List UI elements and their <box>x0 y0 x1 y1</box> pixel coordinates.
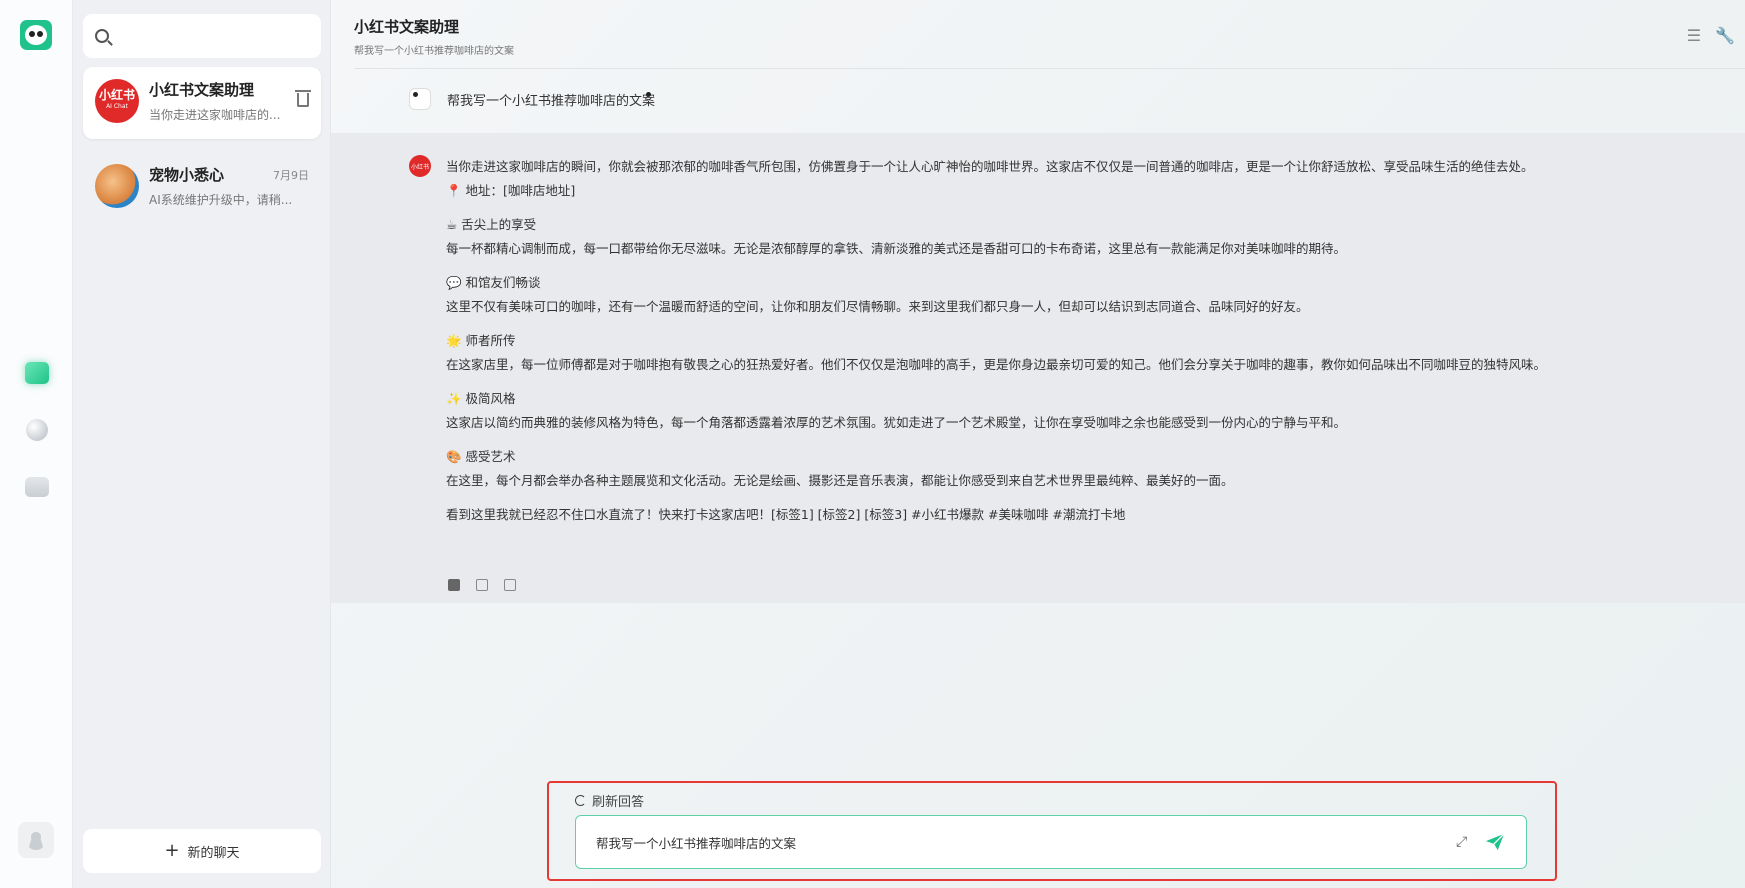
conversation-date: 7月9日 <box>273 168 309 182</box>
edit-icon[interactable] <box>476 579 488 591</box>
bot-message-content: 当你走进这家咖啡店的瞬间，你就会被那浓郁的咖啡香气所包围，仿佛置身于一个让人心旷… <box>446 155 1726 527</box>
trash-icon[interactable] <box>295 90 311 107</box>
header-tools: ☰ 🔧 <box>1687 26 1735 45</box>
message-input[interactable] <box>596 834 1456 850</box>
section-body: 在这里，每个月都会举办各种主题展览和文化活动。无论是绘画、摄影还是音乐表演，都能… <box>446 473 1234 488</box>
conversation-list: 小红书 AI Chat 小红书文案助理 当你走进这家咖啡店的... 宠物小悉心 … <box>73 0 331 888</box>
chat-subtitle: 帮我写一个小红书推荐咖啡店的文案 <box>354 46 514 57</box>
conversation-title: 宠物小悉心 <box>149 166 225 184</box>
conversation-preview: 当你走进这家咖啡店的... <box>149 108 281 122</box>
bot-intro: 当你走进这家咖啡店的瞬间，你就会被那浓郁的咖啡香气所包围，仿佛置身于一个让人心旷… <box>446 159 1534 174</box>
user-icon[interactable] <box>18 822 54 858</box>
chat-header: 小红书文案助理 帮我写一个小红书推荐咖啡店的文案 <box>354 16 514 57</box>
search-input[interactable] <box>119 28 309 44</box>
conversation-title: 小红书文案助理 <box>149 81 255 99</box>
avatar-sublabel: AI Chat <box>106 103 128 110</box>
section-body: 在这家店里，每一位师傅都是对于咖啡抱有敬畏之心的狂热爱好者。他们不仅仅是泡咖啡的… <box>446 357 1547 372</box>
section-body: 每一杯都精心调制而成，每一口都带给你无尽滋味。无论是浓郁醇厚的拿铁、清新淡雅的美… <box>446 241 1347 256</box>
avatar-label: 小红书 <box>98 88 135 102</box>
new-chat-button[interactable]: + 新的聊天 <box>83 829 321 873</box>
section-body: 这里不仅有美味可口的咖啡，还有一个温暖而舒适的空间，让你和朋友们尽情畅聊。来到这… <box>446 299 1309 314</box>
conversation-item-pet[interactable]: 宠物小悉心 7月9日 AI系统维护升级中，请稍... <box>83 152 321 224</box>
send-icon[interactable] <box>1484 832 1506 852</box>
chat-icon[interactable] <box>22 358 52 388</box>
refresh-icon <box>575 795 586 806</box>
section-title: 🎨 感受艺术 <box>446 449 516 464</box>
section-title: 💬 和馆友们畅谈 <box>446 275 541 290</box>
ball-icon[interactable] <box>22 415 52 445</box>
refresh-button[interactable]: 刷新回答 <box>575 791 644 810</box>
panda-avatar-icon <box>409 88 431 110</box>
user-message: 帮我写一个小红书推荐咖啡店的文案 <box>409 88 655 110</box>
conversation-item-xiaohongshu[interactable]: 小红书 AI Chat 小红书文案助理 当你走进这家咖啡店的... <box>83 67 321 139</box>
copy-icon[interactable] <box>448 579 460 591</box>
chat-main: 小红书文案助理 帮我写一个小红书推荐咖啡店的文案 ☰ 🔧 帮我写一个小红书推荐咖… <box>331 0 1745 888</box>
message-input-box[interactable]: ⤢ <box>575 815 1527 869</box>
app-rail <box>0 0 73 888</box>
bot-message: 小红书 当你走进这家咖啡店的瞬间，你就会被那浓郁的咖啡香气所包围，仿佛置身于一个… <box>331 133 1745 603</box>
composer-highlight: 刷新回答 ⤢ <box>547 781 1557 881</box>
share-icon[interactable] <box>504 579 516 591</box>
expand-icon[interactable]: ⤢ <box>1456 835 1470 849</box>
section-title: ✨ 极简风格 <box>446 391 516 406</box>
header-divider <box>354 68 1745 69</box>
avatar: 小红书 AI Chat <box>95 79 139 123</box>
robot-icon[interactable] <box>22 472 52 502</box>
bot-avatar: 小红书 <box>409 155 431 177</box>
wrench-icon[interactable]: 🔧 <box>1715 26 1735 45</box>
chat-title: 小红书文案助理 <box>354 18 460 36</box>
conversation-preview: AI系统维护升级中，请稍... <box>149 193 293 207</box>
section-body: 这家店以简约而典雅的装修风格为特色，每一个角落都透露着浓厚的艺术氛围。犹如走进了… <box>446 415 1347 430</box>
new-chat-label: 新的聊天 <box>187 845 240 861</box>
section-title: 🌟 师者所传 <box>446 333 516 348</box>
bot-outro: 看到这里我就已经忍不住口水直流了！快来打卡这家店吧！[标签1] [标签2] [标… <box>446 507 1126 522</box>
refresh-label: 刷新回答 <box>592 795 645 810</box>
search-icon <box>95 29 109 43</box>
avatar <box>95 164 139 208</box>
user-message-text: 帮我写一个小红书推荐咖啡店的文案 <box>447 93 656 109</box>
search-box[interactable] <box>83 14 321 58</box>
list-icon[interactable]: ☰ <box>1687 26 1701 45</box>
section-title: ☕ 舌尖上的享受 <box>446 217 537 232</box>
message-actions <box>448 579 516 591</box>
plus-icon: + <box>164 840 180 861</box>
panda-logo-icon[interactable] <box>20 20 52 50</box>
bot-address: 📍 地址：[咖啡店地址] <box>446 183 576 198</box>
